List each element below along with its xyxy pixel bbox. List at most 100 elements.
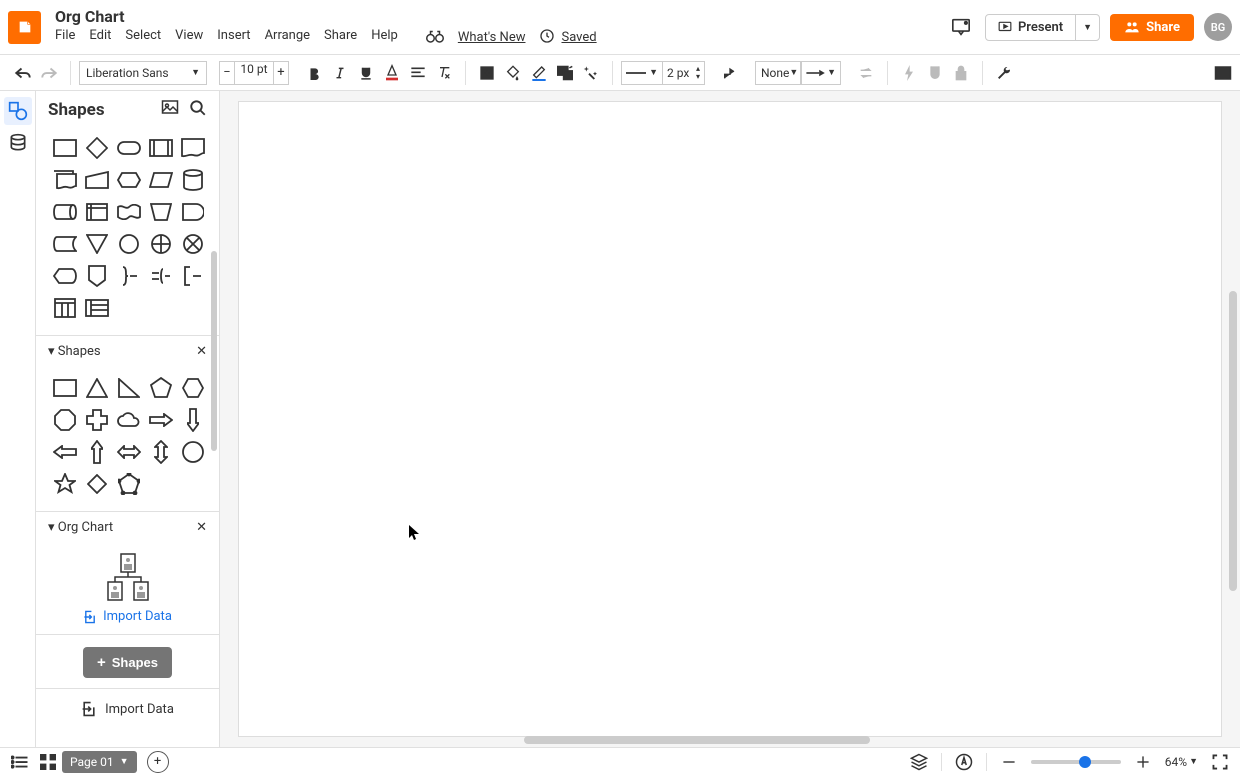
redo-button[interactable] (36, 60, 62, 86)
menu-share[interactable]: Share (324, 28, 357, 48)
zoom-level-select[interactable]: 64%▼ (1165, 755, 1198, 769)
shape-manual-op[interactable] (148, 199, 174, 225)
shape-predefined[interactable] (148, 135, 174, 161)
undo-button[interactable] (10, 60, 36, 86)
import-data-footer[interactable]: Import Data (36, 688, 219, 729)
shape-offpage[interactable] (84, 263, 110, 289)
search-icon[interactable] (189, 99, 207, 121)
shape-cross[interactable] (84, 407, 110, 433)
shape-summing[interactable] (180, 231, 206, 257)
magnet-icon[interactable] (922, 60, 948, 86)
wrench-icon[interactable] (991, 60, 1017, 86)
shape-arrow-leftright[interactable] (116, 439, 142, 465)
menu-file[interactable]: File (55, 28, 75, 48)
shape-table-vertical[interactable] (52, 295, 78, 321)
underline-button[interactable] (353, 60, 379, 86)
italic-button[interactable] (327, 60, 353, 86)
shape-style-button[interactable] (552, 60, 578, 86)
text-color-button[interactable] (379, 60, 405, 86)
shape-triangle[interactable] (84, 375, 110, 401)
shape-right-triangle[interactable] (116, 375, 142, 401)
add-shapes-button[interactable]: + Shapes (83, 647, 172, 678)
fill-none-button[interactable] (474, 60, 500, 86)
clear-format-button[interactable] (431, 60, 457, 86)
line-shape-button[interactable] (717, 60, 743, 86)
shape-manual-input[interactable] (84, 167, 110, 193)
shape-arrow-up[interactable] (84, 439, 110, 465)
binoculars-icon[interactable] (426, 29, 444, 47)
bold-button[interactable] (301, 60, 327, 86)
shape-paper-tape[interactable] (116, 199, 142, 225)
document-title[interactable]: Org Chart (55, 7, 597, 26)
align-button[interactable] (405, 60, 431, 86)
import-data-link[interactable]: Import Data (83, 605, 172, 628)
present-dropdown[interactable]: ▼ (1075, 15, 1099, 40)
present-button[interactable]: Present (986, 15, 1075, 40)
line-start-select[interactable]: None▼ (755, 61, 801, 85)
line-width-input[interactable]: 2 px▴▾ (663, 61, 705, 85)
line-end-select[interactable]: ▼ (801, 61, 841, 85)
shape-diamond[interactable] (84, 471, 110, 497)
whats-new-link[interactable]: What's New (458, 30, 526, 45)
shape-delay[interactable] (180, 199, 206, 225)
canvas-horizontal-scrollbar[interactable] (524, 736, 870, 744)
menu-edit[interactable]: Edit (89, 28, 111, 48)
section-shapes-close[interactable]: ✕ (196, 344, 207, 359)
zoom-slider-thumb[interactable] (1079, 756, 1091, 768)
menu-arrange[interactable]: Arrange (265, 28, 310, 48)
shape-table-horizontal[interactable] (84, 295, 110, 321)
flash-icon[interactable] (896, 60, 922, 86)
shape-pentagon[interactable] (148, 375, 174, 401)
shape-ellipse[interactable] (180, 439, 206, 465)
shape-star[interactable] (52, 471, 78, 497)
shape-note-equals[interactable] (148, 263, 174, 289)
shape-document[interactable] (180, 135, 206, 161)
section-shapes-toggle[interactable]: ▾ Shapes (48, 344, 101, 359)
user-avatar[interactable]: BG (1204, 13, 1232, 41)
saved-status[interactable]: Saved (561, 30, 596, 45)
shape-display[interactable] (52, 263, 78, 289)
zoom-slider[interactable] (1031, 760, 1121, 764)
shape-arrow-down[interactable] (180, 407, 206, 433)
grid-view-icon[interactable] (34, 748, 62, 776)
panel-scrollbar[interactable] (211, 191, 219, 611)
shape-preparation[interactable] (116, 167, 142, 193)
menu-view[interactable]: View (175, 28, 203, 48)
fill-color-button[interactable] (500, 60, 526, 86)
magic-button[interactable] (578, 60, 604, 86)
share-button[interactable]: Share (1110, 14, 1194, 41)
zoom-out-button[interactable] (995, 748, 1023, 776)
lock-icon[interactable] (948, 60, 974, 86)
shape-arrow-updown[interactable] (148, 439, 174, 465)
shape-rectangle[interactable] (52, 375, 78, 401)
section-orgchart-close[interactable]: ✕ (196, 520, 207, 535)
menu-select[interactable]: Select (125, 28, 161, 48)
shape-cloud[interactable] (116, 407, 142, 433)
menu-help[interactable]: Help (371, 28, 398, 48)
shape-connector[interactable] (116, 231, 142, 257)
shape-polygon[interactable] (116, 471, 142, 497)
font-size-increase[interactable]: + (273, 61, 289, 85)
rail-shapes-tab[interactable] (4, 97, 32, 125)
section-orgchart-toggle[interactable]: ▾ Org Chart (48, 520, 113, 535)
menu-insert[interactable]: Insert (217, 28, 250, 48)
shape-stored-data[interactable] (52, 231, 78, 257)
add-page-button[interactable]: + (147, 751, 169, 773)
shape-data[interactable] (148, 167, 174, 193)
rail-data-tab[interactable] (4, 129, 32, 157)
toggle-panel-icon[interactable] (1210, 60, 1236, 86)
shape-database[interactable] (180, 167, 206, 193)
fullscreen-icon[interactable] (1206, 748, 1234, 776)
shape-arrow-right[interactable] (148, 407, 174, 433)
image-icon[interactable] (161, 99, 179, 121)
shape-or[interactable] (148, 231, 174, 257)
shape-hexagon[interactable] (180, 375, 206, 401)
shape-arrow-left[interactable] (52, 439, 78, 465)
canvas-vertical-scrollbar[interactable] (1229, 291, 1237, 591)
shape-process[interactable] (52, 135, 78, 161)
canvas[interactable] (238, 101, 1222, 737)
list-view-icon[interactable] (6, 748, 34, 776)
font-size-input[interactable]: 10 pt (235, 61, 273, 85)
annotate-icon[interactable] (950, 748, 978, 776)
shape-octagon[interactable] (52, 407, 78, 433)
